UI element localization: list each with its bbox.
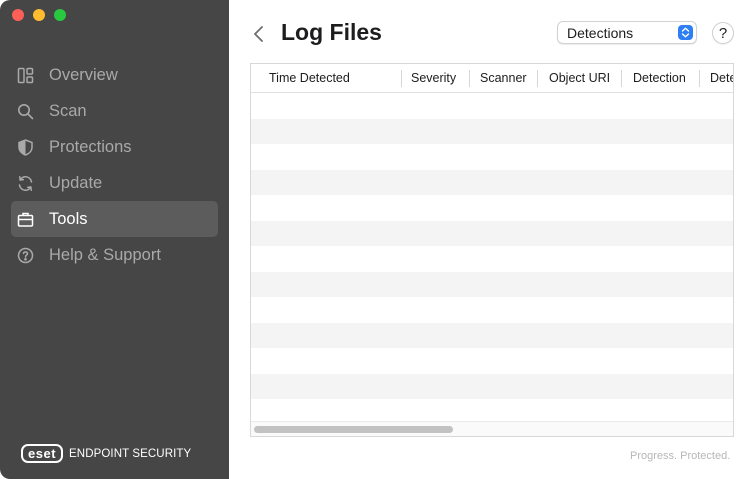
sidebar-item-overview[interactable]: Overview [11,57,218,93]
table-row [251,348,733,374]
back-button[interactable] [251,23,267,45]
table-header: Time Detected Severity Scanner Object UR… [251,64,733,93]
column-divider[interactable] [401,70,402,87]
table-row [251,246,733,272]
sidebar-item-scan[interactable]: Scan [11,93,218,129]
column-header-severity[interactable]: Severity [411,64,456,93]
refresh-icon [17,175,34,192]
overview-icon [17,67,34,84]
sidebar-item-label: Overview [49,65,118,84]
column-header-time-detected[interactable]: Time Detected [269,64,350,93]
briefcase-icon [17,211,34,228]
column-header-detection[interactable]: Detection [633,64,686,93]
log-type-select[interactable]: Detections [557,21,697,44]
column-divider[interactable] [537,70,538,87]
sidebar-item-label: Protections [49,137,132,156]
shield-icon [17,138,34,156]
brand: eset ENDPOINT SECURITY [21,444,191,463]
main-content: Log Files Detections ? Time Detected Sev… [229,0,756,479]
table-row [251,169,733,195]
scrollbar-thumb[interactable] [254,426,453,433]
sidebar-item-protections[interactable]: Protections [11,129,218,165]
chevron-up-down-icon [678,25,693,40]
sidebar-item-help-support[interactable]: Help & Support [11,237,218,273]
sidebar-item-tools[interactable]: Tools [11,201,218,237]
table-row [251,144,733,170]
product-name: ENDPOINT SECURITY [69,447,192,460]
table-row [251,118,733,144]
table-row [251,195,733,221]
table-row [251,220,733,246]
sidebar-item-label: Update [49,173,103,192]
search-icon [17,103,34,120]
chevron-left-icon [254,26,263,42]
maximize-window-button[interactable] [54,9,66,21]
tagline: Progress. Protected. [630,450,731,462]
sidebar-item-label: Help & Support [49,245,161,264]
sidebar-item-label: Tools [49,209,88,228]
sidebar-nav: Overview Scan Protections Update Tools H… [11,57,218,273]
column-header-object-uri[interactable]: Object URI [549,64,610,93]
table-row [251,93,733,119]
horizontal-scrollbar[interactable] [251,421,733,436]
close-window-button[interactable] [12,9,24,21]
table-row [251,297,733,323]
window-controls [12,9,66,21]
help-button[interactable]: ? [712,22,734,44]
table-row [251,271,733,297]
column-header-detection-type[interactable]: Dete [710,64,733,93]
table-row [251,322,733,348]
column-divider[interactable] [699,70,700,87]
table-body [251,93,733,425]
column-divider[interactable] [621,70,622,87]
column-header-scanner[interactable]: Scanner [480,64,527,93]
minimize-window-button[interactable] [33,9,45,21]
log-table: Time Detected Severity Scanner Object UR… [250,63,734,437]
sidebar-item-label: Scan [49,101,87,120]
eset-logo: eset [21,444,64,463]
page-title: Log Files [281,19,382,45]
column-divider[interactable] [469,70,470,87]
table-row [251,373,733,399]
sidebar-item-update[interactable]: Update [11,165,218,201]
question-circle-icon [17,247,34,264]
log-type-select-value: Detections [567,24,634,41]
sidebar: Overview Scan Protections Update Tools H… [0,0,229,479]
